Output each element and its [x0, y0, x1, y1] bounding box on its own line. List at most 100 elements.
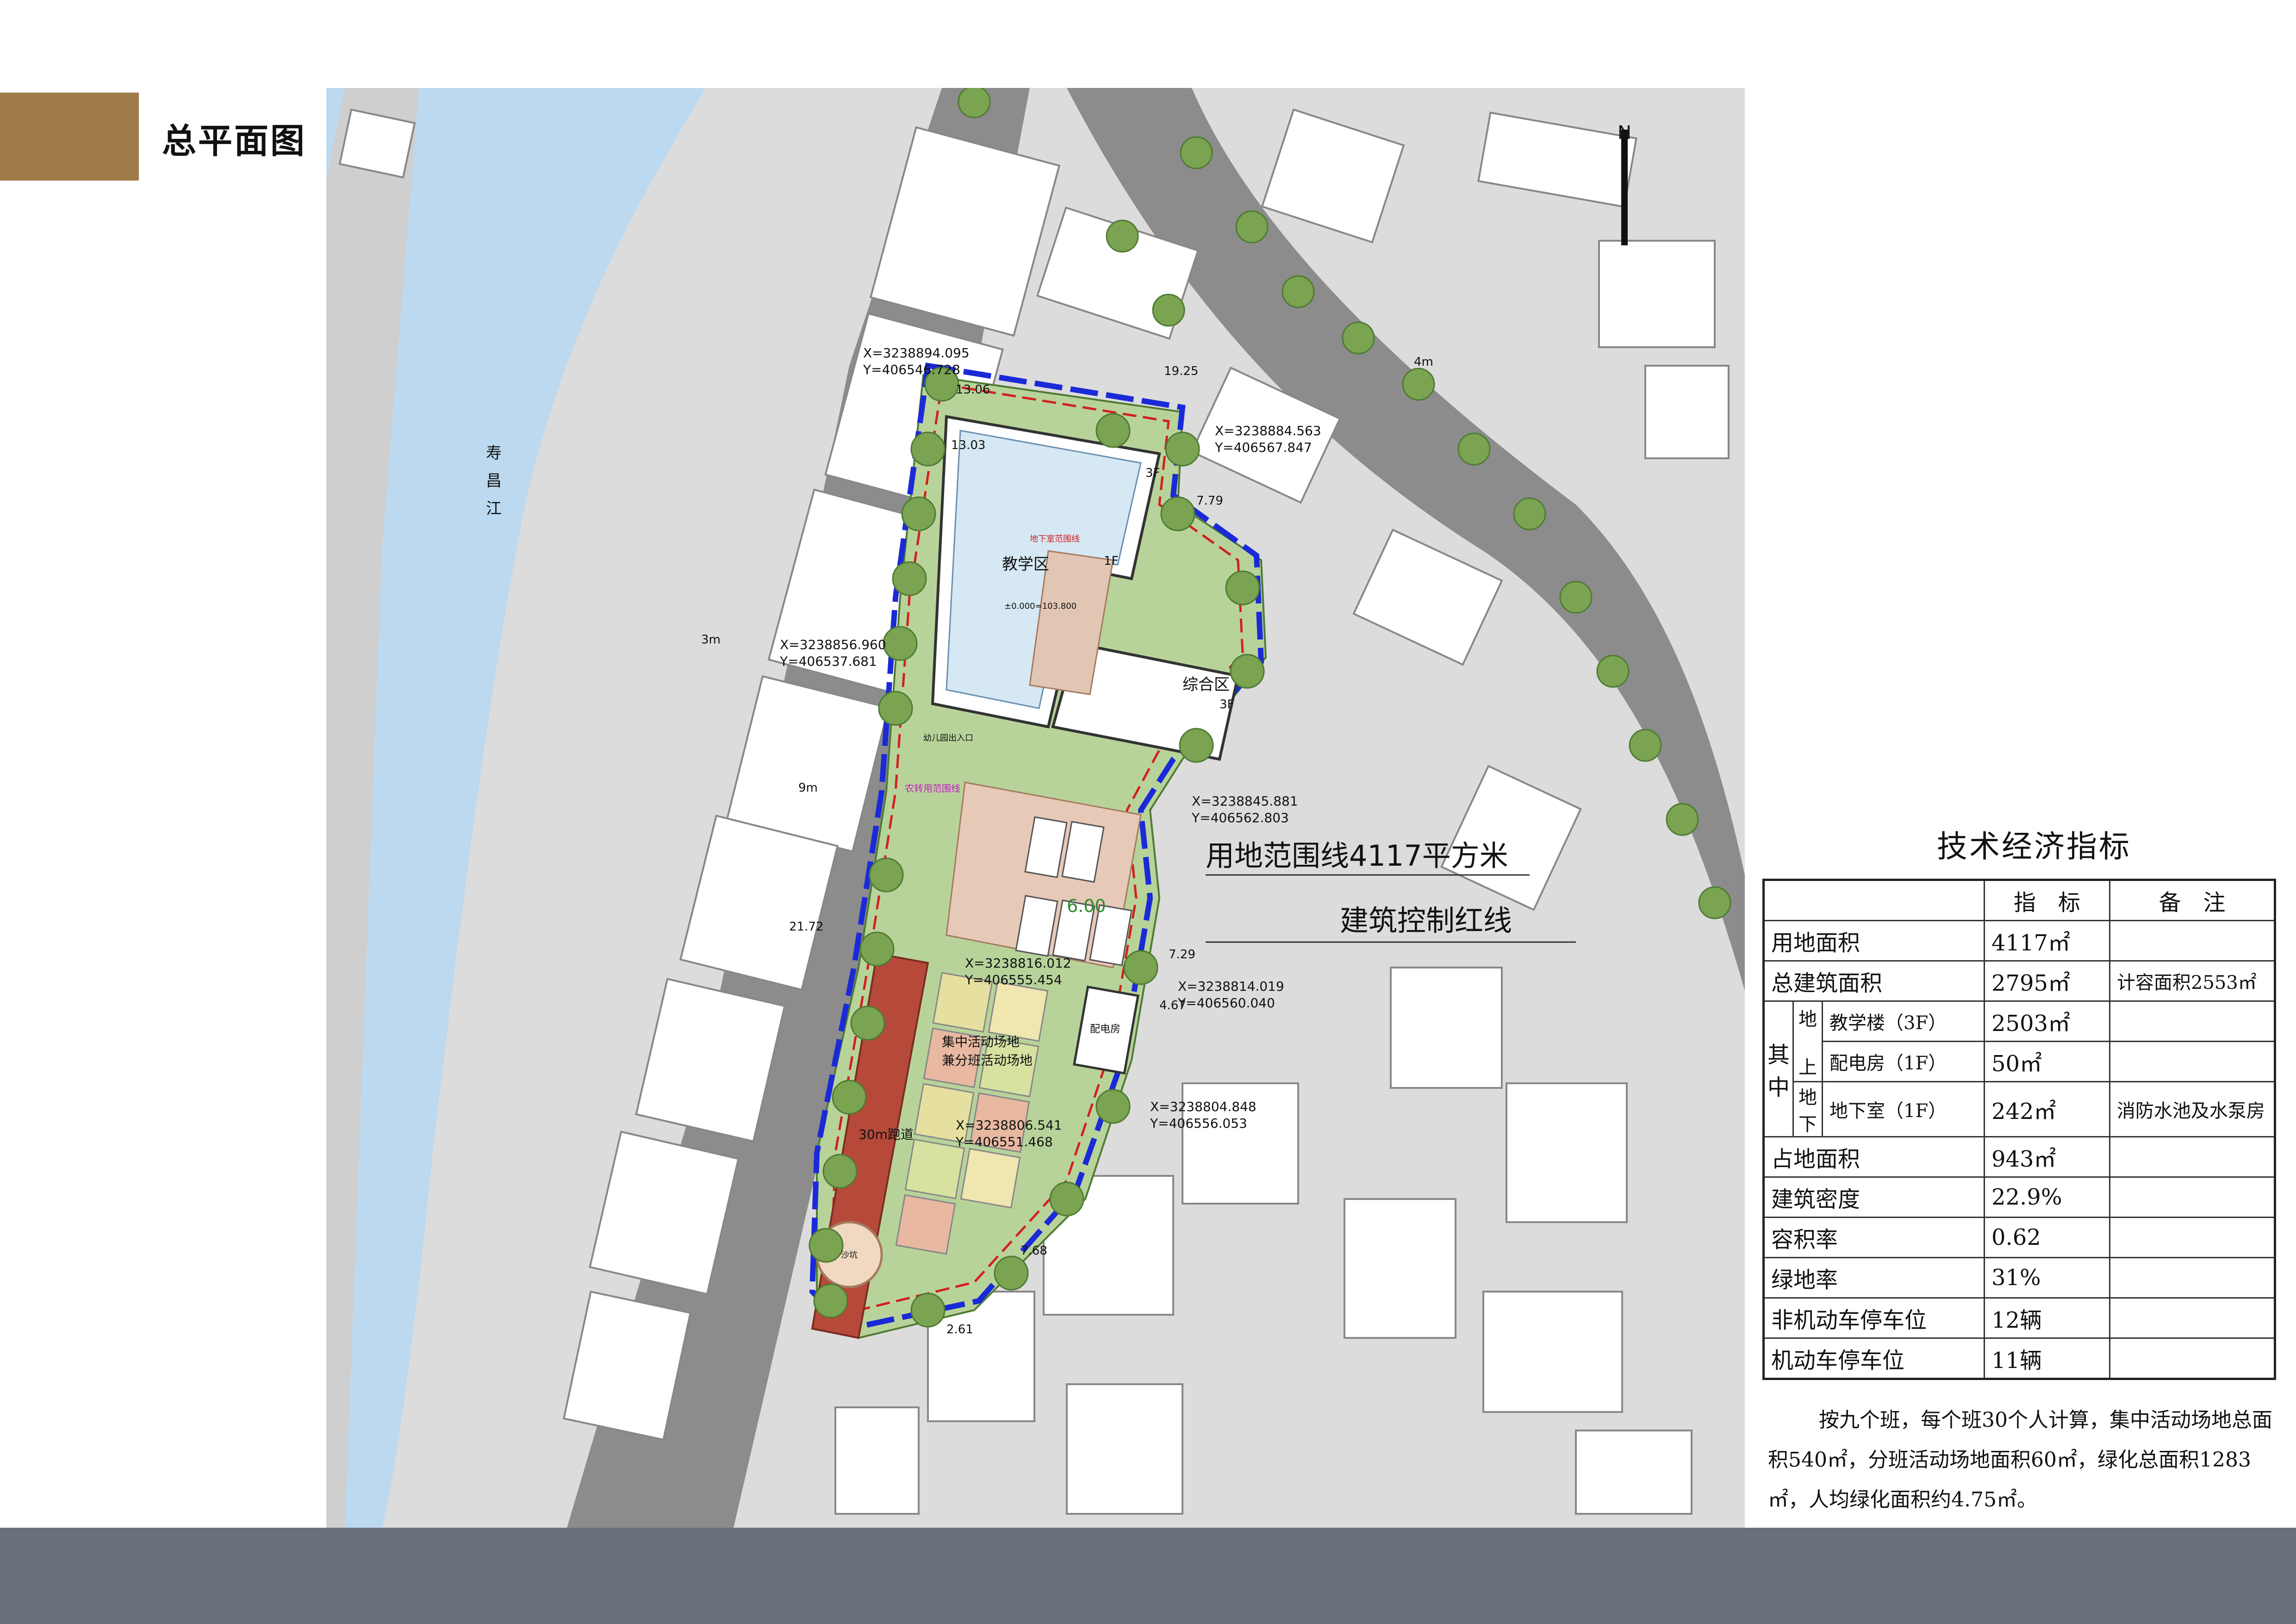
- explanation-text: 按九个班，每个班30个人计算，集中活动场地总面积540㎡，分班活动场地面积60㎡…: [1768, 1408, 2272, 1512]
- building: [1506, 1082, 1628, 1223]
- tech-table: 指 标 备 注 用地面积 4117㎡ 总建筑面积 2795㎡ 计容面积2553㎡…: [1762, 879, 2276, 1380]
- row-label: 总建筑面积: [1763, 960, 1985, 1002]
- dim-4: 7.79: [1196, 494, 1223, 508]
- row-value: 50㎡: [1983, 1041, 2110, 1082]
- north-label: N: [1618, 122, 1631, 144]
- dishang-cell: 地上: [1792, 1000, 1823, 1082]
- bottom-bar: [0, 1528, 2296, 1624]
- zone-teaching: 教学区: [1002, 555, 1049, 574]
- table-row: 其中 地上 教学楼（3F） 2503㎡: [1763, 1000, 2276, 1137]
- dixia-cell: 地下: [1792, 1081, 1823, 1137]
- row-note: [2109, 1217, 2276, 1258]
- coord-6-y: Y=406555.454: [964, 972, 1062, 987]
- row-value: 12辆: [1983, 1297, 2110, 1339]
- row-label: 建筑密度: [1763, 1176, 1985, 1218]
- row-note: [2109, 1297, 2276, 1339]
- entrance-label: 幼儿园出入口: [923, 733, 973, 743]
- floor-label-1: 3F: [1145, 466, 1160, 480]
- row-note: [2109, 920, 2276, 962]
- row-note: [2109, 1041, 2276, 1082]
- zone-activity-1: 集中活动场地: [942, 1034, 1020, 1049]
- dim-10: 4.67: [1159, 999, 1186, 1012]
- table-row: 容积率 0.62: [1763, 1217, 2276, 1258]
- row-label: 非机动车停车位: [1763, 1297, 1985, 1339]
- row-value: 2795㎡: [1983, 960, 2110, 1002]
- teaching-level: ±0.000=103.800: [1004, 601, 1076, 611]
- row-value: 242㎡: [1983, 1081, 2110, 1137]
- table-row: 建筑密度 22.9%: [1763, 1176, 2276, 1218]
- coord-3-x: X=3238856.960: [780, 637, 886, 652]
- row-note: [2109, 1337, 2276, 1380]
- row-value: 11辆: [1983, 1337, 2110, 1380]
- row-value: 0.62: [1983, 1217, 2110, 1258]
- row-label: 地下室（1F）: [1822, 1081, 1985, 1137]
- river-name-3: 江: [486, 500, 502, 518]
- zone-complex: 综合区: [1182, 675, 1230, 694]
- title-tab-block: [0, 93, 139, 181]
- table-row: 非机动车停车位 12辆: [1763, 1297, 2276, 1339]
- dim-2: 13.03: [951, 438, 985, 452]
- building: [1482, 1291, 1623, 1413]
- row-value: 22.9%: [1983, 1176, 2110, 1218]
- row-label: 教学楼（3F）: [1822, 1000, 1985, 1042]
- dim-12: 2.61: [946, 1323, 973, 1337]
- building: [834, 1406, 920, 1515]
- coord-2-y: Y=406567.847: [1214, 440, 1312, 455]
- dim-3: 19.25: [1164, 364, 1198, 378]
- row-note: [2109, 1136, 2276, 1178]
- coord-8-y: Y=406551.468: [955, 1134, 1053, 1149]
- header-blank: [1763, 879, 1985, 921]
- row-label: 绿地率: [1763, 1257, 1985, 1299]
- tech-table-title: 技术经济指标: [1937, 829, 2131, 864]
- basement-line-label: 地下室范围线: [1030, 534, 1080, 544]
- building: [1344, 1198, 1456, 1339]
- coord-1-y: Y=406546.728: [863, 362, 960, 377]
- row-value: 31%: [1983, 1257, 2110, 1299]
- site-plan-map: 寿 昌 江 N 教学区 ±0.000=103.800 综合区 配电房 集中活动场…: [326, 88, 1745, 1528]
- dim-7: 21.72: [789, 920, 823, 934]
- building: [1066, 1383, 1183, 1515]
- table-row: 总建筑面积 2795㎡ 计容面积2553㎡: [1763, 960, 2276, 1002]
- zone-activity-2: 兼分班活动场地: [942, 1053, 1033, 1068]
- row-value: 4117㎡: [1983, 920, 2110, 962]
- row-label: 占地面积: [1763, 1136, 1985, 1178]
- qi-char: 其: [1767, 1042, 1790, 1068]
- coord-5-y: Y=406560.040: [1177, 995, 1275, 1011]
- row-label: 配电房（1F）: [1822, 1041, 1985, 1082]
- river-name-2: 昌: [486, 472, 502, 490]
- row-note: 计容面积2553㎡: [2109, 960, 2276, 1002]
- row-note: [2109, 1257, 2276, 1299]
- row-value: 943㎡: [1983, 1136, 2110, 1178]
- row-note: [2109, 1000, 2276, 1042]
- coord-7-x: X=3238804.848: [1150, 1099, 1257, 1114]
- river-name-1: 寿: [486, 444, 502, 462]
- coord-3-y: Y=406537.681: [779, 654, 877, 669]
- building: [1598, 240, 1716, 348]
- dim-9: 7.29: [1169, 948, 1195, 962]
- header-note: 备 注: [2109, 879, 2276, 921]
- di-char: 地: [1798, 1008, 1817, 1030]
- callout-red-line: 建筑控制红线: [1340, 904, 1512, 937]
- shang-char: 上: [1798, 1056, 1817, 1078]
- farmland-line-label: 农转用范围线: [905, 783, 960, 794]
- coord-7-y: Y=406556.053: [1150, 1116, 1247, 1131]
- explanation-note: 按九个班，每个班30个人计算，集中活动场地总面积540㎡，分班活动场地面积60㎡…: [1768, 1400, 2277, 1520]
- table-row: 地下 地下室（1F） 242㎡ 消防水池及水泵房: [1764, 1081, 2276, 1137]
- coord-2-x: X=3238884.563: [1215, 423, 1321, 438]
- header-indicator: 指 标: [1983, 879, 2110, 921]
- coord-4-y: Y=406562.803: [1191, 810, 1289, 825]
- dim-6: 9m: [798, 781, 818, 795]
- building: [1390, 967, 1503, 1089]
- site-plan-svg: 寿 昌 江 N 教学区 ±0.000=103.800 综合区 配电房 集中活动场…: [326, 88, 1745, 1528]
- callout-site-area: 用地范围线4117平方米: [1206, 839, 1508, 873]
- zone-track: 30m跑道: [859, 1127, 914, 1142]
- dim-13: 6.00: [1067, 896, 1106, 916]
- building: [1575, 1430, 1692, 1515]
- floor-label-2: 1F: [1104, 554, 1119, 568]
- dim-11: 7.68: [1020, 1244, 1047, 1258]
- coord-1-x: X=3238894.095: [863, 345, 970, 361]
- table-row: 指 标 备 注: [1763, 879, 2276, 921]
- page-title: 总平面图: [162, 121, 306, 161]
- coord-5-x: X=3238814.019: [1178, 979, 1284, 994]
- table-row: 用地面积 4117㎡: [1763, 920, 2276, 962]
